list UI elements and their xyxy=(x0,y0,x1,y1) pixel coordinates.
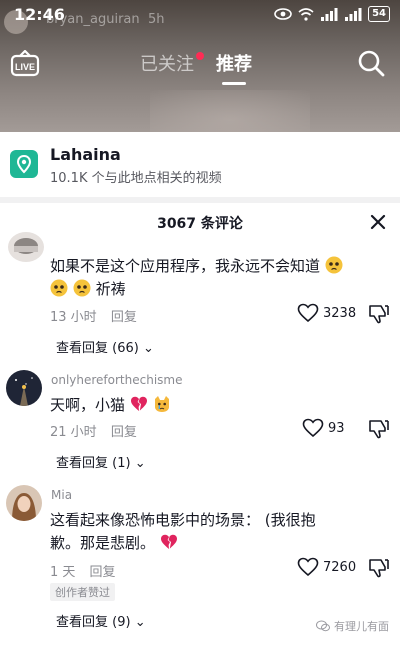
comment-text-line1: 这看起来像恐怖电影中的场景： (我很抱 xyxy=(50,511,316,529)
battery-indicator: 54 xyxy=(368,6,390,22)
avatar[interactable] xyxy=(6,370,42,406)
comment-time: 13 小时 xyxy=(50,310,97,325)
live-label: LIVE xyxy=(15,62,35,72)
comment-text-body: 天啊，小猫 xyxy=(50,396,126,414)
view-replies-button[interactable]: 查看回复 (1) ⌄ xyxy=(56,452,146,471)
feed-tabs: 已关注 推荐 xyxy=(140,50,252,85)
tab-foryou[interactable]: 推荐 xyxy=(216,50,252,85)
broken-heart-icon xyxy=(160,534,177,549)
pleading-face-icon xyxy=(325,256,343,274)
location-video-count: 10.1K 个与此地点相关的视频 xyxy=(50,171,222,186)
comment-time: 1 天 xyxy=(50,565,76,580)
dislike-icon[interactable] xyxy=(368,303,390,325)
like-button[interactable]: 7260 xyxy=(297,557,356,577)
wifi-icon xyxy=(298,7,314,21)
view-replies-label: 查看回复 (66) xyxy=(56,341,139,356)
comment-username[interactable]: Mia xyxy=(51,488,72,502)
close-icon[interactable] xyxy=(369,213,387,231)
location-name[interactable]: Lahaina xyxy=(50,145,121,164)
heart-icon xyxy=(302,418,324,438)
comment-username[interactable]: onlyhereforthechisme xyxy=(51,373,182,387)
like-button[interactable]: 3238 xyxy=(297,303,356,323)
comment-text-line2: 祈祷 xyxy=(95,280,126,298)
watermark: 有理儿有面 xyxy=(316,618,389,634)
video-header: 12:46 bryan_aguiran 5h 54 LIVE 已关注 推荐 xyxy=(0,0,400,132)
creator-liked-badge: 创作者赞过 xyxy=(50,583,115,601)
reply-button[interactable]: 回复 xyxy=(111,310,137,325)
chevron-down-icon: ⌄ xyxy=(134,615,146,630)
search-icon[interactable] xyxy=(356,48,386,78)
signal-icon xyxy=(321,7,338,21)
like-count: 7260 xyxy=(323,559,357,575)
dislike-icon[interactable] xyxy=(368,418,390,440)
comment-text: 天啊，小猫 xyxy=(50,394,370,417)
view-replies-label: 查看回复 (9) xyxy=(56,615,131,630)
view-replies-label: 查看回复 (1) xyxy=(56,456,131,471)
view-replies-button[interactable]: 查看回复 (66) ⌄ xyxy=(56,337,154,356)
comment-text-line1: 如果不是这个应用程序，我永远不会知道 xyxy=(50,257,321,275)
reply-button[interactable]: 回复 xyxy=(90,565,116,580)
active-tab-indicator xyxy=(222,82,246,85)
notification-dot xyxy=(196,52,204,60)
chevron-down-icon: ⌄ xyxy=(134,456,146,471)
like-count: 3238 xyxy=(323,305,357,321)
pleading-face-icon xyxy=(50,279,68,297)
avatar[interactable] xyxy=(8,232,44,262)
like-button[interactable]: 93 xyxy=(302,418,345,438)
tab-foryou-label: 推荐 xyxy=(216,54,252,75)
comment-text: 如果不是这个应用程序，我永远不会知道 祈祷 xyxy=(50,255,370,301)
comment-meta: 13 小时 回复 xyxy=(50,306,137,325)
signal-2-icon xyxy=(345,7,362,21)
comment-text: 这看起来像恐怖电影中的场景： (我很抱 歉。那是悲剧。 xyxy=(50,509,370,555)
heart-icon xyxy=(297,303,319,323)
chevron-down-icon: ⌄ xyxy=(142,341,154,356)
crying-cat-icon xyxy=(154,396,169,412)
comments-header: 3067 条评论 xyxy=(0,203,400,239)
ghost-username: bryan_aguiran xyxy=(46,12,140,27)
watermark-text: 有理儿有面 xyxy=(334,620,389,633)
eye-icon xyxy=(274,8,292,20)
comment-count: 3067 条评论 xyxy=(157,216,243,232)
tab-following-label: 已关注 xyxy=(140,54,194,75)
heart-icon xyxy=(297,557,319,577)
wechat-icon xyxy=(316,620,330,632)
reply-button[interactable]: 回复 xyxy=(111,425,137,440)
tab-following[interactable]: 已关注 xyxy=(140,50,204,84)
location-pin-icon xyxy=(10,150,38,178)
avatar[interactable] xyxy=(6,485,42,521)
broken-heart-icon xyxy=(130,396,147,411)
comment-time: 21 小时 xyxy=(50,425,97,440)
view-replies-button[interactable]: 查看回复 (9) ⌄ xyxy=(56,611,146,630)
status-icons: 54 xyxy=(274,6,390,22)
comment-text-line2: 歉。那是悲剧。 xyxy=(50,534,156,552)
like-count: 93 xyxy=(328,420,345,436)
status-bar: 12:46 bryan_aguiran 5h 54 xyxy=(0,0,400,34)
pleading-face-icon xyxy=(73,279,91,297)
comment-meta: 1 天 回复 xyxy=(50,561,116,580)
ghost-time: 5h xyxy=(148,12,165,27)
live-icon[interactable]: LIVE xyxy=(10,50,40,80)
dislike-icon[interactable] xyxy=(368,557,390,579)
comment-meta: 21 小时 回复 xyxy=(50,421,137,440)
